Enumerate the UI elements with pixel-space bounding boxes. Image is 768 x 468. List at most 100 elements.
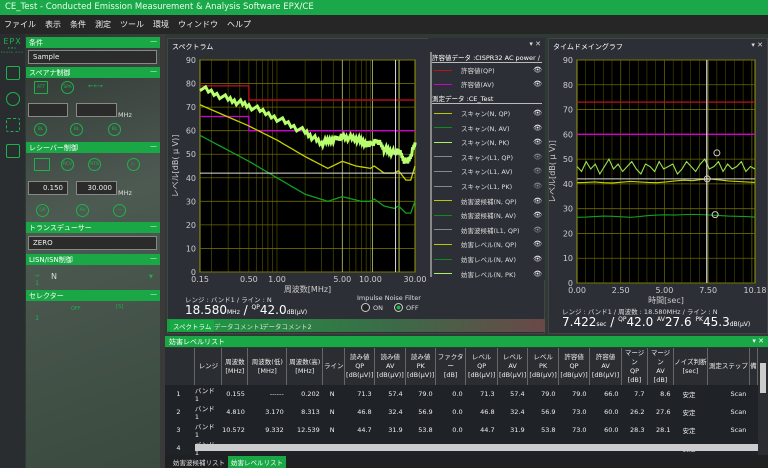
legend-item[interactable]: スキャン(N, QP) 👁 xyxy=(434,106,544,120)
bl-button-1[interactable]: BL xyxy=(34,123,47,136)
column-header[interactable]: 読み値 QP [dB(μV)] xyxy=(344,348,376,385)
spa-stop-input[interactable] xyxy=(76,103,117,117)
eye-icon[interactable]: 👁 xyxy=(533,138,542,146)
impulse-on-radio[interactable] xyxy=(361,303,370,312)
eye-closed-icon[interactable]: 👁 xyxy=(533,182,542,190)
column-header[interactable]: レベル QP [dB(μV)] xyxy=(465,348,499,385)
transducer-select[interactable]: ZERO xyxy=(28,236,157,250)
table-row[interactable]: 2 バンド1 4.810 3.170 8.313 N 46.8 32.4 56.9 0.0 46.8… xyxy=(165,403,758,421)
legend-item[interactable]: 許容値(QP) 👁 xyxy=(434,63,544,77)
tab-spectrum[interactable]: スペクトラム xyxy=(170,320,215,332)
list-hscrollbar[interactable] xyxy=(195,444,758,451)
condition-select[interactable]: Sample xyxy=(28,50,157,64)
legend-item[interactable]: スキャン(L1, AV) 👁 xyxy=(434,164,544,178)
lisn-header[interactable]: LISN/ISN制御 xyxy=(26,254,160,265)
column-header[interactable] xyxy=(165,348,196,385)
rcv-start-input[interactable]: 0.150 xyxy=(28,181,68,195)
eye-icon[interactable]: 👁 xyxy=(533,270,542,278)
legend-scrollbar[interactable] xyxy=(430,52,432,277)
tab-candidate-list[interactable]: 妨害波候補リスト xyxy=(170,456,228,468)
eye-icon[interactable]: 👁 xyxy=(533,197,542,205)
eye-icon[interactable]: 👁 xyxy=(533,66,542,74)
legend-item[interactable]: 妨害レベル(N, PK) 👁 xyxy=(434,267,544,281)
column-header[interactable]: 周波数(低) [MHz] xyxy=(247,348,288,385)
selector-port[interactable]: 1 xyxy=(35,314,39,322)
legend-item[interactable]: スキャン(N, PK) 👁 xyxy=(434,135,544,149)
selector-header[interactable]: セレクター xyxy=(26,290,160,301)
column-header[interactable]: 周波数 [MHz] xyxy=(221,348,249,385)
rcv-button[interactable]: RCV xyxy=(61,158,74,171)
waveform-hand-icon[interactable] xyxy=(5,118,20,132)
lisn-line-select[interactable]: N xyxy=(51,272,57,281)
column-header[interactable]: マージン QP [dB] xyxy=(621,348,649,385)
eye-icon[interactable]: 👁 xyxy=(533,124,542,132)
column-header[interactable]: レベル AV [dB(μV)] xyxy=(497,348,529,385)
timedomain-close-icon[interactable]: ▾ ✕ xyxy=(751,41,763,49)
timedomain-chart[interactable]: 01020304050607080900.00 2.50 5.00 7.50 10.18… xyxy=(548,50,766,310)
column-header[interactable]: ライン xyxy=(322,348,346,385)
export-icon[interactable] xyxy=(5,144,20,158)
list-close-icon[interactable]: ▾ ✕ xyxy=(752,337,764,345)
legend-item[interactable]: スキャン(L1, QP) 👁 xyxy=(434,150,544,164)
menu-measure[interactable]: 測定 xyxy=(95,19,111,30)
eye-icon[interactable]: 👁 xyxy=(533,80,542,88)
legend-item[interactable]: 妨害波候補(N, AV) 👁 xyxy=(434,208,544,222)
play-icon[interactable]: ▷ xyxy=(127,158,140,171)
legend-item[interactable]: 妨害波候補(N, QP) 👁 xyxy=(434,194,544,208)
off-button[interactable]: — xyxy=(113,204,126,217)
column-header[interactable]: 周波数(高) [MHz] xyxy=(286,348,324,385)
table-row[interactable]: 3 バンド1 10.572 9.332 12.539 N 44.7 31.9 53.8 0.0 44… xyxy=(165,421,758,439)
spa-button[interactable]: SPA xyxy=(61,81,74,94)
receiver-header[interactable]: レシーバー制御 xyxy=(26,142,160,153)
legend-close-icon[interactable]: ▾ ✕ xyxy=(529,40,541,48)
menu-view[interactable]: 表示 xyxy=(45,19,61,30)
column-header[interactable]: 備 xyxy=(749,348,759,385)
list-vscrollbar[interactable] xyxy=(758,348,768,455)
impulse-off-radio[interactable] xyxy=(394,303,403,312)
legend-item[interactable]: 妨害波候補(L1, QP) 👁 xyxy=(434,223,544,237)
tab-level-list[interactable]: 妨害レベルリスト xyxy=(228,456,286,468)
eye-closed-icon[interactable]: 👁 xyxy=(533,226,542,234)
eye-icon[interactable]: 👁 xyxy=(533,240,542,248)
eye-icon[interactable]: 👁 xyxy=(533,109,542,117)
table-row[interactable]: 1 バンド1 0.155 ------ 0.202 N 71.3 57.4 79.0 0.0 71.… xyxy=(165,385,758,403)
selector-s[interactable]: [S] xyxy=(116,304,123,310)
column-header[interactable]: 許容値 QP [dB(μV)] xyxy=(558,348,591,385)
eye-icon[interactable]: 👁 xyxy=(533,211,542,219)
eye-icon[interactable]: 👁 xyxy=(533,255,542,263)
legend-item[interactable]: スキャン(L1, PK) 👁 xyxy=(434,179,544,193)
av-button[interactable]: AV xyxy=(76,204,89,217)
spectrum-chart[interactable]: 01020304050607080900.15 0.50 1.00 5.00 10.00… xyxy=(167,50,427,300)
att-button[interactable]: ATT xyxy=(34,81,48,94)
column-header[interactable]: 読み値 AV [dB(μV)] xyxy=(374,348,407,385)
tab-data-comment-2[interactable]: データコメント2 xyxy=(259,320,315,332)
column-header[interactable]: 測定ステップ xyxy=(707,348,750,385)
rts-button[interactable]: RTS xyxy=(88,158,101,171)
eye-closed-icon[interactable]: 👁 xyxy=(533,153,542,161)
menu-condition[interactable]: 条件 xyxy=(70,19,86,30)
qp-button[interactable]: QP xyxy=(36,204,49,217)
column-header[interactable]: 読み値 PK [dB(μV)] xyxy=(405,348,437,385)
play-icon[interactable] xyxy=(5,92,20,106)
column-header[interactable]: ノイズ判断 [sec] xyxy=(673,348,708,385)
column-header[interactable]: マージン AV [dB] xyxy=(647,348,674,385)
column-header[interactable]: レベル PK [dB(μV)] xyxy=(527,348,560,385)
column-header[interactable]: ファクター [dB] xyxy=(435,348,467,385)
transducer-header[interactable]: トランスデューサー xyxy=(26,222,160,233)
selector-off[interactable]: OFF xyxy=(71,306,81,312)
bl-button-3[interactable]: BL xyxy=(108,123,121,136)
legend-item[interactable]: 妨害レベル(N, AV) 👁 xyxy=(434,252,544,266)
legend-item[interactable]: 許容値(AV) 👁 xyxy=(434,77,544,91)
chevron-down-icon[interactable]: ▼ xyxy=(149,274,153,280)
rcv-stop-input[interactable]: 30.000 xyxy=(76,181,117,195)
spa-header[interactable]: スペアナ制御 xyxy=(26,67,160,78)
new-file-icon[interactable] xyxy=(5,66,20,80)
legend-item[interactable]: スキャン(N, AV) 👁 xyxy=(434,121,544,135)
bl-button-2[interactable]: BL xyxy=(70,123,83,136)
spa-start-input[interactable] xyxy=(28,103,68,117)
column-header[interactable]: レンジ xyxy=(194,348,223,385)
legend-item[interactable]: 妨害レベル(N, QP) 👁 xyxy=(434,237,544,251)
eye-closed-icon[interactable]: 👁 xyxy=(533,167,542,175)
menu-help[interactable]: ヘルプ xyxy=(227,19,251,30)
menu-file[interactable]: ファイル xyxy=(4,19,36,30)
